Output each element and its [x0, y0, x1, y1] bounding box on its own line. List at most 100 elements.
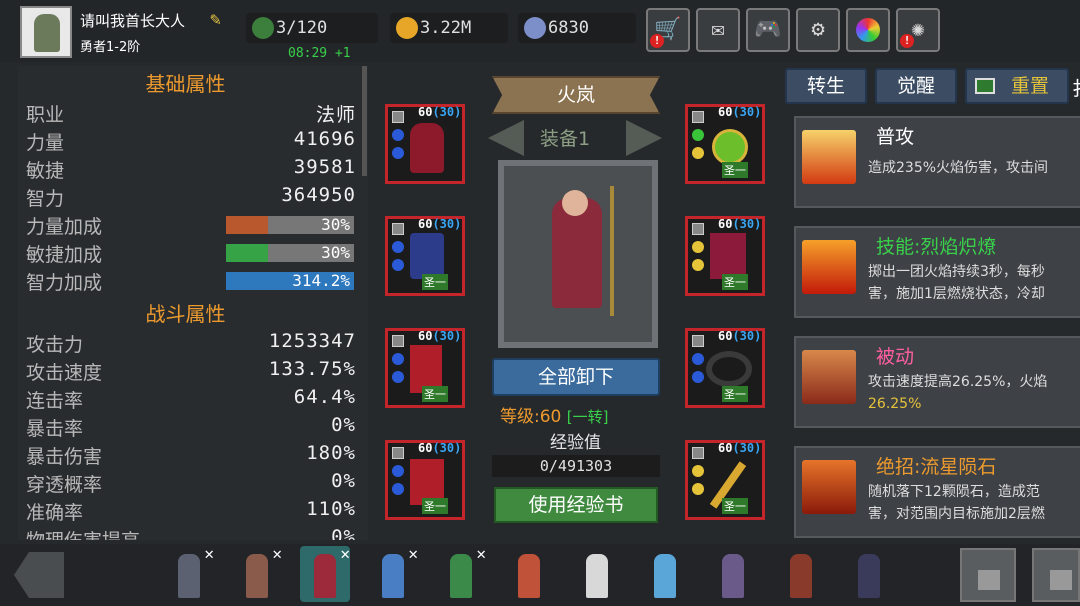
stat-row: 暴击伤害 180%: [26, 442, 356, 468]
lightning-icon: [252, 17, 274, 39]
stats-panel[interactable]: 基础属性 职业 法师 力量 41696 敏捷 39581 智力 364950 力量加成 3…: [18, 66, 368, 540]
event-button[interactable]: ✺!: [896, 8, 940, 52]
locked-slot[interactable]: [960, 548, 1016, 602]
coin-icon: [396, 17, 418, 39]
progress-bar: 30%: [226, 243, 354, 262]
gems-display: 6830: [518, 13, 636, 43]
hero-sprite: [722, 554, 744, 598]
close-icon[interactable]: ✕: [204, 544, 214, 563]
stat-row: 穿透概率 0%: [26, 470, 356, 496]
hero-portrait-slot[interactable]: [844, 546, 894, 602]
equip-slot-weapon[interactable]: 60(30) 圣一: [685, 440, 765, 520]
use-exp-book-button[interactable]: 使用经验书: [494, 487, 658, 523]
hero-sprite: [654, 554, 676, 598]
flame-wing-icon: [802, 350, 856, 404]
meteor-icon: [802, 460, 856, 514]
skill-card[interactable]: 普攻 造成235%火焰伤害，攻击间: [794, 116, 1080, 208]
exp-label: 经验值: [550, 433, 601, 453]
hero-portrait-slot[interactable]: ✕: [232, 544, 282, 602]
combat-attributes-title: 战斗属性: [145, 302, 226, 326]
equip-slot-boots[interactable]: 60(30) 圣一: [385, 440, 465, 520]
hero-portrait-slot[interactable]: ✕: [436, 544, 486, 602]
player-name: 请叫我首长大人: [80, 12, 186, 30]
prev-set-arrow-icon[interactable]: [488, 120, 524, 156]
equip-slot-legs[interactable]: 60(30) 圣一: [385, 328, 465, 408]
reset-button[interactable]: 重置: [965, 68, 1069, 104]
unequip-all-button[interactable]: 全部卸下: [492, 358, 660, 396]
hero-sprite: [858, 554, 880, 598]
lock-icon: [692, 111, 704, 123]
stat-row: 物理伤害提高0%: [26, 526, 356, 540]
skill-card[interactable]: 绝招:流星陨石 随机落下12颗陨石，造成范 害，对范围内目标施加2层燃: [794, 446, 1080, 538]
mail-button[interactable]: ✉: [696, 8, 740, 52]
next-set-arrow-icon[interactable]: [626, 120, 662, 156]
hero-sprite: [178, 554, 200, 598]
hero-portrait-slot[interactable]: ✕: [164, 544, 214, 602]
fire-bird-icon: [802, 130, 856, 184]
energy-display: 3/120: [246, 13, 378, 43]
stat-row: 准确率 110%: [26, 498, 356, 524]
lock-icon: [392, 335, 404, 347]
hero-portrait-slot[interactable]: ✕: [368, 544, 418, 602]
gamepad-button[interactable]: 🎮: [746, 8, 790, 52]
locked-slot[interactable]: [1032, 548, 1080, 602]
shop-button[interactable]: 🛒!: [646, 8, 690, 52]
skill-card[interactable]: 技能:烈焰炽燎 掷出一团火焰持续3秒，每秒 害，施加1层燃烧状态，冷却: [794, 226, 1080, 318]
hero-sprite: [246, 554, 268, 598]
lock-icon: [392, 447, 404, 459]
hero-portrait-slot[interactable]: [776, 546, 826, 602]
equip-slot-gloves[interactable]: 60(30) 圣一: [685, 216, 765, 296]
video-icon: [975, 78, 995, 94]
hero-portrait-slot[interactable]: [504, 546, 554, 602]
hero-sprite: [382, 554, 404, 598]
close-icon[interactable]: ✕: [476, 544, 486, 563]
stat-row: 连击率 64.4%: [26, 386, 356, 412]
stat-row: 攻击速度 133.75%: [26, 358, 356, 384]
hero-portrait: [498, 160, 658, 348]
hero-sprite: [450, 554, 472, 598]
equip-slot-helmet[interactable]: 60(30): [385, 104, 465, 184]
equip-slot-belt[interactable]: 60(30) 圣一: [685, 328, 765, 408]
stat-row: 智力 364950: [26, 184, 356, 210]
tab-awaken[interactable]: 觉醒: [875, 68, 957, 104]
hero-sprite: [586, 554, 608, 598]
hero-portrait-slot[interactable]: ✕: [300, 544, 350, 602]
close-icon[interactable]: ✕: [408, 544, 418, 563]
coins-display: 3.22M: [390, 13, 508, 43]
hero-sprite: [314, 554, 336, 598]
basic-attributes-title: 基础属性: [145, 72, 226, 96]
scrollbar[interactable]: [362, 66, 367, 176]
equip-slot-armor[interactable]: 60(30) 圣一: [385, 216, 465, 296]
stat-row: 暴击率 0%: [26, 414, 356, 440]
alert-icon: !: [900, 34, 914, 48]
settings-button[interactable]: ⚙: [796, 8, 840, 52]
mail-icon: ✉: [711, 17, 725, 42]
lock-icon: [692, 335, 704, 347]
lock-icon: [1050, 570, 1072, 590]
close-icon[interactable]: ✕: [272, 544, 282, 563]
lock-icon: [392, 223, 404, 235]
stat-bar-row: 力量加成 30%: [26, 212, 356, 240]
tab-more[interactable]: 扌: [1072, 74, 1080, 101]
energy-timer: 08:29 +1: [288, 46, 351, 61]
skill-card[interactable]: 被动 攻击速度提高26.25%，火焰 26.25%: [794, 336, 1080, 428]
hero-portrait-slot[interactable]: [708, 546, 758, 602]
equip-slot-amulet[interactable]: 60(30) 圣一: [685, 104, 765, 184]
hero-portrait-slot[interactable]: [572, 546, 622, 602]
stat-bar-row: 智力加成 314.2%: [26, 268, 356, 296]
color-button[interactable]: [846, 8, 890, 52]
stat-row: 职业 法师: [26, 104, 356, 126]
avatar[interactable]: [20, 6, 72, 58]
hero-sprite: [518, 554, 540, 598]
hero-portrait-slot[interactable]: [640, 546, 690, 602]
lock-icon: [978, 570, 1000, 590]
lock-icon: [392, 111, 404, 123]
edit-icon[interactable]: ✎: [210, 10, 232, 32]
lock-icon: [692, 447, 704, 459]
tab-rebirth[interactable]: 转生: [785, 68, 867, 104]
progress-bar: 314.2%: [226, 271, 354, 290]
hero-level: 等级:60 [一转]: [500, 407, 609, 427]
player-rank: 勇者1-2阶: [80, 40, 141, 55]
gear-icon: ⚙: [811, 17, 825, 42]
close-icon[interactable]: ✕: [340, 544, 350, 563]
